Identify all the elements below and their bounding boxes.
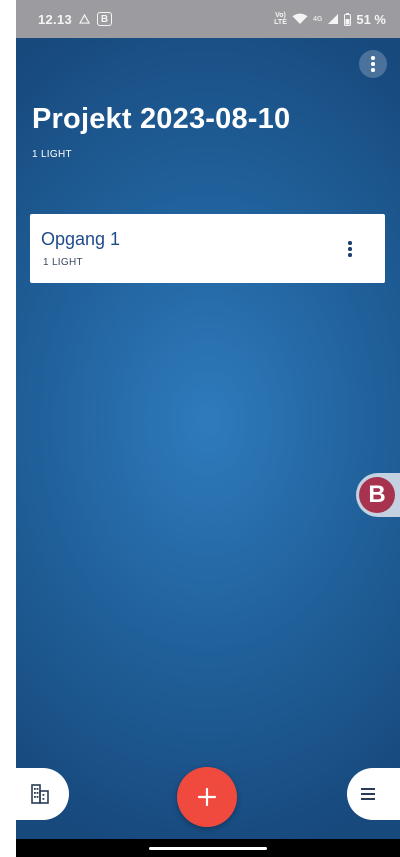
status-bar: 12.13 B Vo) LTE 4G 51 % — [16, 0, 400, 38]
system-navigation-bar — [16, 839, 400, 857]
app-background — [16, 38, 400, 839]
group-name: Opgang 1 — [41, 229, 121, 249]
status-left: 12.13 B — [38, 11, 113, 27]
signal-icon — [328, 14, 339, 24]
menu-button[interactable] — [347, 768, 400, 820]
volte-indicator: Vo) LTE — [274, 12, 287, 26]
page-title: Projekt 2023-08-10 — [32, 103, 291, 135]
building-icon — [31, 784, 49, 804]
group-overflow-menu-button[interactable] — [340, 239, 360, 259]
page-subtitle: 1 LIGHT — [32, 149, 72, 160]
b-badge-icon: B — [359, 477, 395, 513]
home-indicator[interactable] — [149, 847, 267, 850]
menu-icon — [361, 788, 375, 800]
group-light-count: 1 LIGHT — [43, 257, 83, 268]
status-right: Vo) LTE 4G 51 % — [274, 12, 386, 27]
floating-b-bubble[interactable]: B — [356, 473, 400, 517]
plus-icon — [197, 787, 217, 807]
group-card[interactable]: Opgang 1 1 LIGHT — [30, 214, 385, 283]
more-vertical-icon — [348, 241, 352, 257]
overflow-menu-button[interactable] — [359, 50, 387, 78]
network-type: 4G — [313, 15, 323, 23]
battery-percent: 51 % — [356, 11, 386, 27]
alert-triangle-icon — [79, 14, 91, 24]
notification-b-icon: B — [97, 12, 113, 26]
more-vertical-icon — [371, 56, 375, 72]
wifi-icon — [292, 13, 308, 24]
battery-icon — [344, 12, 352, 26]
phone-screen: 12.13 B Vo) LTE 4G 51 % Projekt 2023-08-… — [16, 0, 400, 857]
building-view-button[interactable] — [16, 768, 69, 820]
status-time: 12.13 — [38, 11, 73, 27]
add-button[interactable] — [177, 767, 237, 827]
